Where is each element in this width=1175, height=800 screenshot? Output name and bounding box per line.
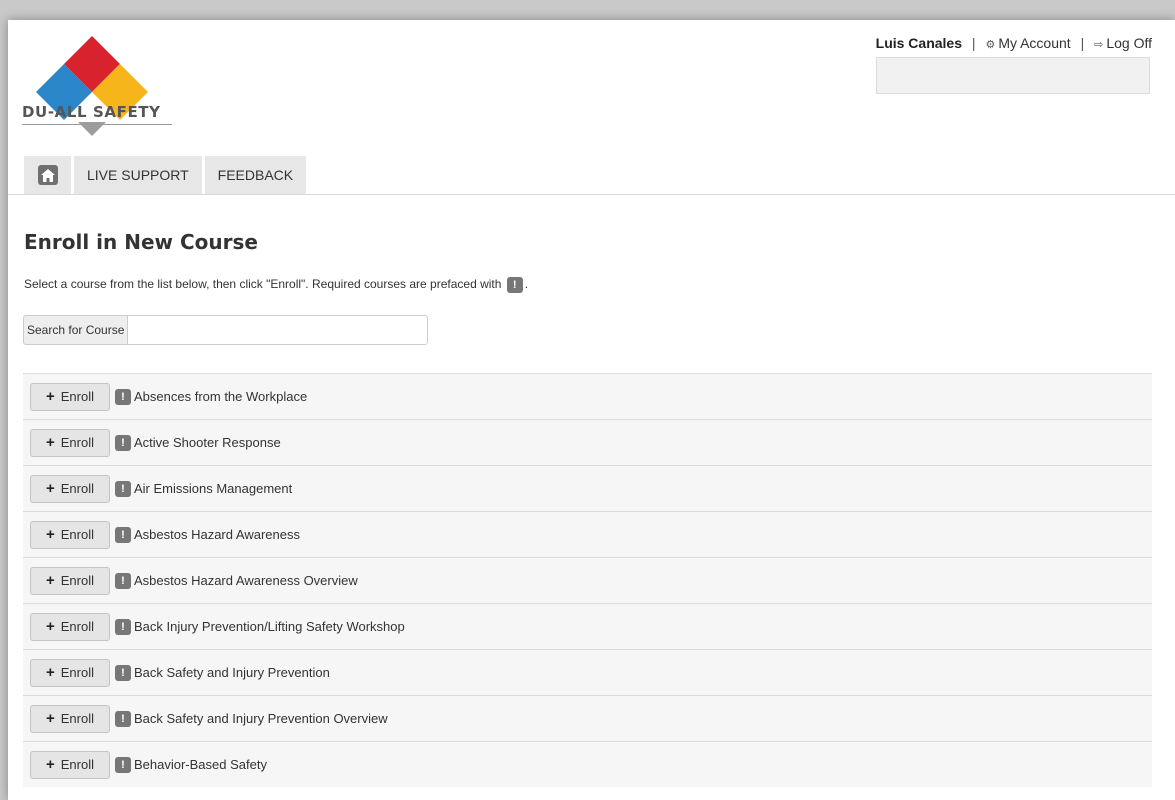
required-badge: ! (506, 277, 523, 293)
enroll-label: Enroll (60, 481, 94, 496)
user-bar: Luis Canales | ⚙ My Account | ⇨ Log Off (876, 35, 1152, 51)
course-row: + Enroll! Active Shooter Response (23, 419, 1152, 465)
enroll-label: Enroll (60, 389, 94, 404)
course-row: + Enroll! Back Injury Prevention/Lifting S… (23, 603, 1152, 649)
required-badge: ! (115, 618, 131, 635)
course-row: + Enroll! Asbestos Hazard Awareness (23, 511, 1152, 557)
course-search: Search for Course (23, 315, 428, 345)
gears-icon: ⚙ (985, 39, 996, 51)
enroll-label: Enroll (60, 435, 94, 450)
required-badge: ! (115, 664, 131, 681)
required-badge: ! (115, 572, 131, 589)
required-badge: ! (115, 756, 131, 773)
du-all-safety-logo[interactable]: DU-ALL SAFETY (22, 36, 174, 140)
enroll-button[interactable]: + Enroll (30, 750, 110, 779)
separator: | (971, 35, 976, 51)
plus-icon: + (45, 572, 55, 589)
course-row: + Enroll! Back Safety and Injury Preventio… (23, 649, 1152, 695)
course-name: Asbestos Hazard Awareness Overview (134, 573, 358, 588)
plus-icon: + (45, 710, 55, 727)
sign-out-icon: ⇨ (1094, 39, 1104, 51)
course-row: + Enroll! Back Safety and Injury Preventio… (23, 695, 1152, 741)
required-badge: ! (115, 388, 131, 405)
enroll-button[interactable]: + Enroll (30, 520, 110, 549)
enroll-label: Enroll (60, 711, 94, 726)
course-name: Asbestos Hazard Awareness (134, 527, 300, 542)
course-list: + Enroll! Absences from the Workplace + Enro… (23, 373, 1152, 787)
search-label: Search for Course (23, 315, 128, 345)
required-badge: ! (115, 434, 131, 451)
course-name: Back Safety and Injury Prevention Overvi… (134, 711, 388, 726)
log-off-label: Log Off (1106, 35, 1152, 51)
required-badge: ! (115, 480, 131, 497)
course-name: Absences from the Workplace (134, 389, 308, 404)
plus-icon: + (45, 434, 55, 451)
plus-icon: + (45, 664, 55, 681)
nav-divider (8, 194, 1175, 195)
plus-icon: + (45, 618, 55, 635)
enroll-label: Enroll (60, 757, 94, 772)
plus-icon: + (45, 526, 55, 543)
enroll-button[interactable]: + Enroll (30, 474, 110, 503)
instruction-text-end: . (524, 277, 529, 292)
course-name: Behavior-Based Safety (134, 757, 267, 772)
enroll-label: Enroll (60, 665, 94, 680)
course-row: + Enroll! Air Emissions Management (23, 465, 1152, 511)
plus-icon: + (45, 388, 55, 405)
plus-icon: + (45, 756, 55, 773)
enroll-label: Enroll (60, 619, 94, 634)
enroll-button[interactable]: + Enroll (30, 428, 110, 457)
user-info-box (876, 57, 1150, 94)
enroll-button[interactable]: + Enroll (30, 382, 110, 411)
tab-live-support[interactable]: LIVE SUPPORT (74, 156, 202, 194)
enroll-label: Enroll (60, 573, 94, 588)
separator: | (1080, 35, 1085, 51)
course-name: Air Emissions Management (134, 481, 293, 496)
logo-underline (22, 124, 172, 125)
user-name: Luis Canales (875, 35, 963, 51)
logo-text: DU-ALL SAFETY (22, 103, 161, 121)
course-row: + Enroll! Behavior-Based Safety (23, 741, 1152, 787)
log-off-link[interactable]: ⇨ Log Off (1094, 35, 1152, 51)
required-badge: ! (115, 710, 131, 727)
search-input[interactable] (127, 315, 428, 345)
course-name: Active Shooter Response (134, 435, 281, 450)
instruction-text-main: Select a course from the list below, the… (24, 277, 505, 292)
course-row: + Enroll! Absences from the Workplace (23, 373, 1152, 419)
required-badge: ! (115, 526, 131, 543)
enroll-button[interactable]: + Enroll (30, 612, 110, 641)
main-nav: LIVE SUPPORT FEEDBACK (24, 156, 307, 194)
enroll-button[interactable]: + Enroll (30, 704, 110, 733)
course-row: + Enroll! Asbestos Hazard Awareness Overvi… (23, 557, 1152, 603)
enroll-label: Enroll (60, 527, 94, 542)
tab-feedback[interactable]: FEEDBACK (204, 156, 307, 194)
enroll-button[interactable]: + Enroll (30, 566, 110, 595)
tab-home[interactable] (24, 156, 71, 194)
page-title: Enroll in New Course (24, 230, 258, 254)
my-account-link[interactable]: ⚙ My Account (985, 35, 1070, 51)
course-name: Back Safety and Injury Prevention (134, 665, 330, 680)
home-icon (37, 165, 58, 185)
enroll-button[interactable]: + Enroll (30, 658, 110, 687)
plus-icon: + (45, 480, 55, 497)
app-window: DU-ALL SAFETY Luis Canales | ⚙ My Account… (8, 20, 1175, 800)
my-account-label: My Account (998, 35, 1071, 51)
instruction-text: Select a course from the list below, the… (24, 277, 528, 293)
course-name: Back Injury Prevention/Lifting Safety Wo… (134, 619, 405, 634)
